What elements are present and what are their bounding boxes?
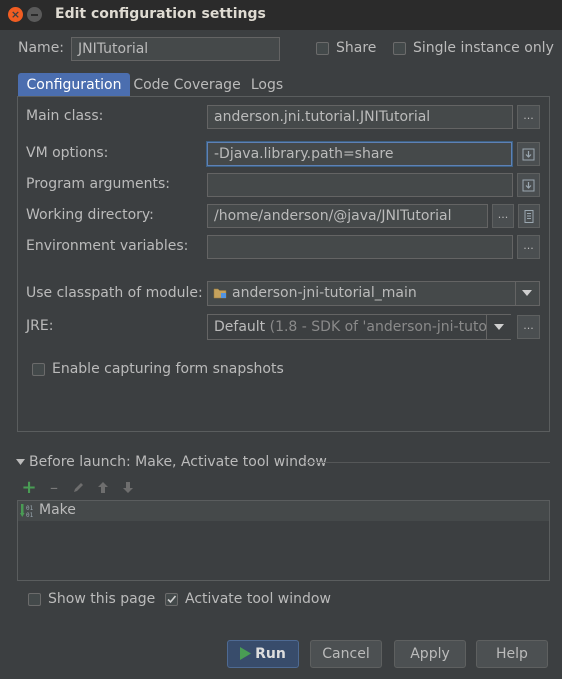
enable-snapshots-checkbox[interactable] [32, 363, 45, 376]
name-label: Name: [18, 40, 65, 56]
jre-dropdown[interactable]: Default (1.8 - SDK of 'anderson-jni-tuto… [207, 314, 511, 340]
show-page-label: Show this page [48, 591, 156, 607]
window-title: Edit configuration settings [55, 6, 266, 22]
list-item-label: Make [39, 502, 76, 518]
dropdown-divider [515, 282, 516, 305]
classpath-module-label: Use classpath of module: [26, 285, 203, 301]
jre-value: Default [214, 319, 266, 335]
help-button[interactable]: Help [476, 640, 548, 668]
before-launch-title: Before launch: Make, Activate tool windo… [29, 454, 327, 470]
minimize-window-button[interactable] [27, 7, 42, 22]
close-window-button[interactable]: × [8, 7, 23, 22]
tab-code-coverage[interactable]: Code Coverage [131, 73, 243, 97]
show-page-checkbox[interactable] [28, 593, 41, 606]
vm-options-field[interactable]: -Djava.library.path=share [207, 142, 512, 166]
working-directory-browse-button[interactable]: ... [492, 204, 514, 228]
single-instance-checkbox[interactable] [393, 42, 406, 55]
run-button-label: Run [255, 646, 286, 662]
working-directory-label: Working directory: [26, 207, 154, 223]
apply-button[interactable]: Apply [394, 640, 466, 668]
program-arguments-expand-button[interactable] [517, 173, 540, 197]
add-icon[interactable]: + [21, 479, 37, 497]
run-button[interactable]: Run [227, 640, 299, 668]
play-icon [240, 647, 252, 660]
remove-icon[interactable]: – [46, 480, 62, 496]
working-directory-field[interactable]: /home/anderson/@java/JNITutorial [207, 204, 488, 228]
single-instance-label: Single instance only [413, 40, 554, 56]
jre-browse-button[interactable]: ... [517, 315, 540, 339]
name-field[interactable]: JNITutorial [71, 37, 280, 61]
jre-detail: (1.8 - SDK of 'anderson-jni-tutor [269, 319, 493, 335]
environment-variables-field[interactable] [207, 235, 513, 259]
move-down-icon[interactable] [122, 481, 134, 494]
tab-configuration[interactable]: Configuration [18, 73, 130, 97]
document-icon [524, 210, 534, 223]
expand-icon [522, 148, 535, 161]
make-icon: 0101 [20, 504, 34, 519]
chevron-down-icon [494, 324, 504, 330]
checkmark-icon [167, 595, 177, 604]
main-class-browse-button[interactable]: ... [517, 105, 540, 129]
vm-options-label: VM options: [26, 145, 109, 161]
tab-logs[interactable]: Logs [245, 73, 289, 97]
svg-text:01: 01 [26, 512, 34, 519]
section-divider [305, 462, 550, 463]
environment-variables-label: Environment variables: [26, 238, 189, 254]
module-folder-icon [213, 288, 227, 299]
classpath-module-dropdown[interactable]: anderson-jni-tutorial_main [207, 281, 540, 306]
activate-tool-label: Activate tool window [185, 591, 331, 607]
edit-icon[interactable] [72, 481, 85, 494]
enable-snapshots-label: Enable capturing form snapshots [52, 361, 284, 377]
jre-dropdown-arrow[interactable] [486, 315, 511, 339]
environment-variables-browse-button[interactable]: ... [517, 235, 540, 259]
activate-tool-checkbox[interactable] [165, 593, 178, 606]
svg-text:01: 01 [26, 505, 34, 512]
main-class-label: Main class: [26, 108, 104, 124]
vm-options-expand-button[interactable] [517, 142, 540, 166]
move-up-icon[interactable] [97, 481, 109, 494]
list-item[interactable]: 01 01 Make [18, 501, 549, 521]
share-label: Share [336, 40, 377, 56]
program-arguments-label: Program arguments: [26, 176, 170, 192]
share-checkbox[interactable] [316, 42, 329, 55]
collapse-triangle-icon[interactable] [16, 459, 25, 465]
program-arguments-field[interactable] [207, 173, 513, 197]
expand-icon [522, 179, 535, 192]
jre-label: JRE: [26, 318, 54, 334]
main-class-field[interactable]: anderson.jni.tutorial.JNITutorial [207, 105, 513, 129]
chevron-down-icon [522, 290, 532, 296]
cancel-button[interactable]: Cancel [310, 640, 382, 668]
classpath-module-value: anderson-jni-tutorial_main [232, 285, 417, 301]
working-directory-macro-button[interactable] [518, 204, 540, 228]
